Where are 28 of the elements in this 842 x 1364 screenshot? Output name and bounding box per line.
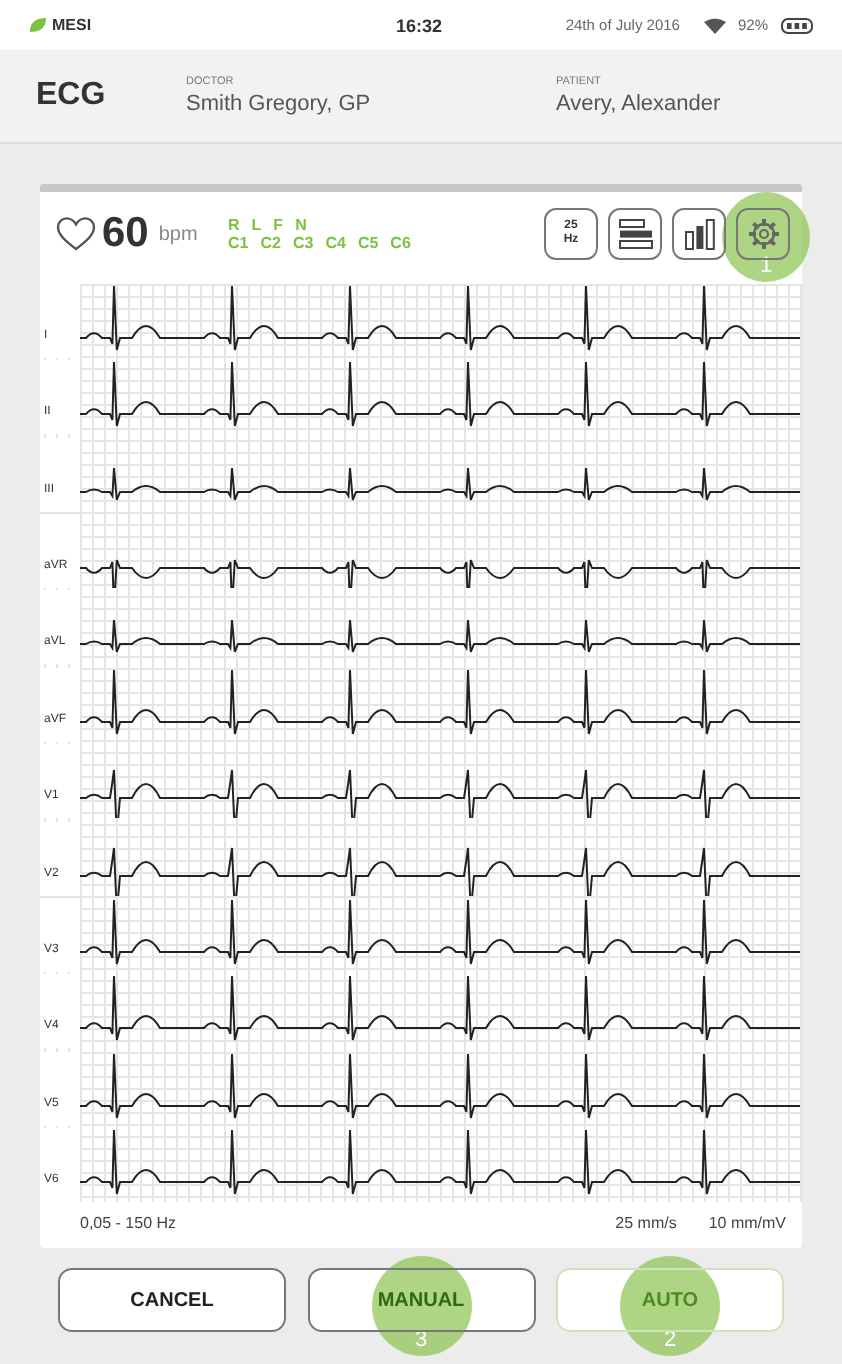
electrode-label: C3 [292,234,314,252]
electrode-label: R [228,216,240,234]
electrode-label: L [251,216,262,234]
electrode-label: C6 [390,234,411,252]
battery-icon [780,17,814,33]
electrode-label: F [273,216,284,234]
wifi-icon [703,17,726,33]
electrode-label: C4 [325,234,346,252]
field-value: Smith Gregory, GP [186,92,373,116]
electrode-label: C1 [228,234,249,252]
electrode-label: C2 [260,234,281,252]
heart-icon [56,216,96,252]
tool-button[interactable] [608,208,662,260]
gain-setting: 10 mm/mV [708,1214,786,1232]
paper-speed: 25 mm/s [615,1214,677,1232]
screen-title: ECG [36,78,108,114]
clock-time: 16:32 [396,15,443,35]
bar-chart-icon [683,218,715,250]
leaf-icon [28,16,48,34]
field-value: Avery, Alexander [556,92,721,116]
filter-range: 0,05 - 150 Hz [80,1214,177,1232]
electrode-label: N [295,216,307,234]
layout-icon [617,218,653,250]
electrode-label: C5 [357,234,379,252]
action-button[interactable]: CANCEL [58,1268,286,1332]
app-name: MESI [52,16,92,34]
heart-rate-value: 60 [102,210,149,258]
heart-rate-unit: bpm [158,223,198,245]
